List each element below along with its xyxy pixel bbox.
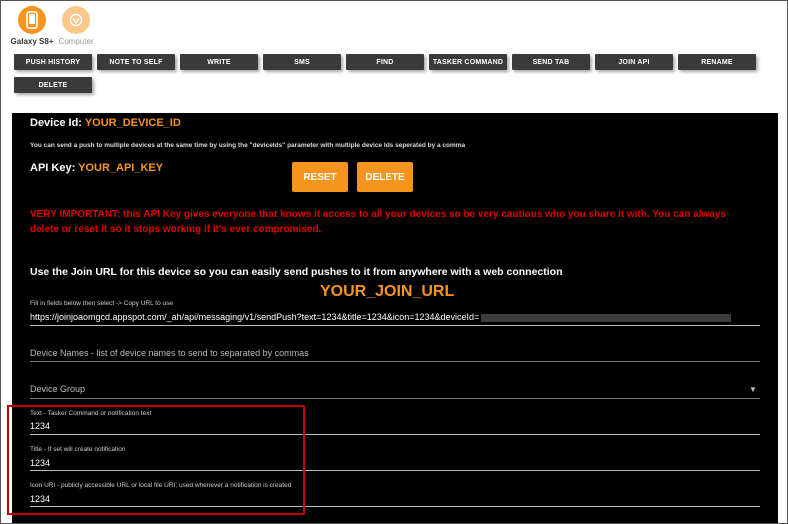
delete-key-button[interactable]: DELETE [357, 162, 413, 192]
join-url-overlay: YOUR_JOIN_URL [320, 283, 455, 300]
url-underline [30, 325, 760, 326]
device-computer[interactable]: Computer [56, 6, 96, 46]
join-api-button[interactable]: JOIN API [595, 54, 673, 70]
device-id-blurred [481, 313, 732, 322]
join-url-field[interactable]: https://joinjoaomgcd.appspot.com/_ah/api… [30, 312, 732, 322]
write-button[interactable]: WRITE [180, 54, 258, 70]
phone-icon [18, 6, 46, 34]
send-tab-button[interactable]: SEND TAB [512, 54, 590, 70]
api-key-warning: VERY IMPORTANT: this API Key gives every… [30, 209, 726, 235]
note-to-self-button[interactable]: NOTE TO SELF [97, 54, 175, 70]
api-key-row: API Key: YOUR_API_KEY [30, 162, 163, 174]
device-id-label: Device Id: [30, 117, 82, 129]
reset-button[interactable]: RESET [292, 162, 348, 192]
api-key-value: YOUR_API_KEY [78, 162, 164, 174]
computer-icon [62, 6, 90, 34]
find-button[interactable]: FIND [346, 54, 424, 70]
device-galaxy-s8[interactable]: Galaxy S8+ [10, 6, 54, 46]
join-url-heading: Use the Join URL for this device so you … [30, 266, 563, 278]
device-group-select[interactable]: Device Group [30, 384, 85, 394]
device-name: Galaxy S8+ [10, 37, 54, 46]
device-name: Computer [58, 37, 94, 46]
device-names-input[interactable]: Device Names - list of device names to s… [30, 348, 309, 358]
dropdown-arrow-icon[interactable]: ▼ [749, 385, 757, 394]
delete-device-button[interactable]: DELETE [14, 77, 92, 93]
device-group-underline [30, 398, 760, 399]
fill-fields-hint: Fill in fields below then select -> Copy… [30, 300, 174, 307]
device-list: Galaxy S8+ Computer [10, 6, 96, 46]
highlight-box [7, 405, 305, 515]
sms-button[interactable]: SMS [263, 54, 341, 70]
tasker-command-button[interactable]: TASKER COMMAND [429, 54, 507, 70]
device-id-value: YOUR_DEVICE_ID [84, 117, 181, 129]
rename-button[interactable]: RENAME [678, 54, 756, 70]
device-id-row: Device Id: YOUR_DEVICE_ID [30, 117, 181, 129]
multi-device-note: You can send a push to multiple devices … [30, 142, 466, 149]
api-key-label: API Key: [30, 162, 76, 174]
device-names-underline [30, 361, 760, 362]
push-history-button[interactable]: PUSH HISTORY [14, 54, 92, 70]
join-url-text: https://joinjoaomgcd.appspot.com/_ah/api… [30, 312, 480, 322]
